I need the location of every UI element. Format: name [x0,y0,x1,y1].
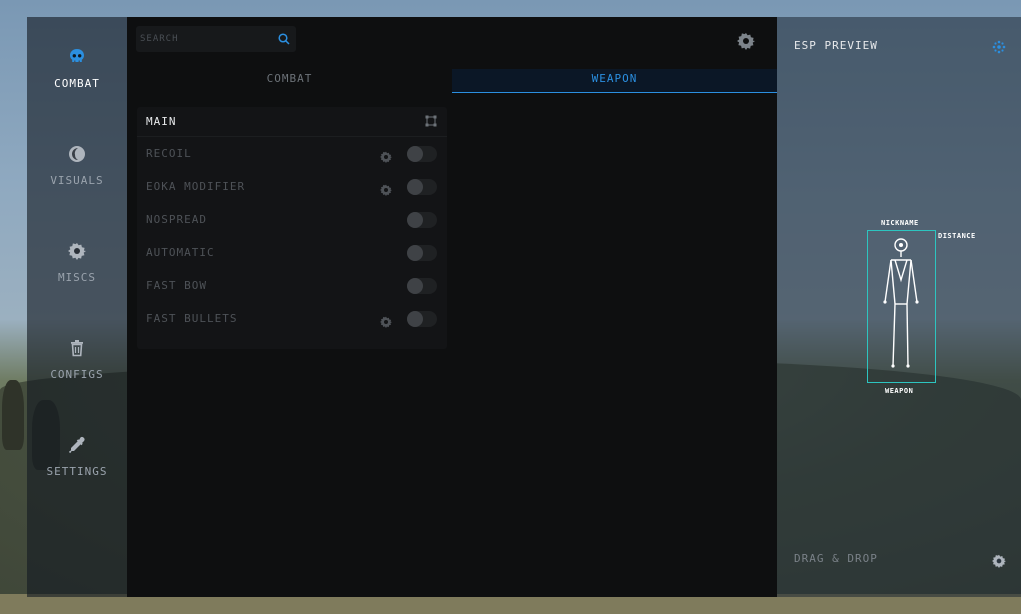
pipette-icon [67,435,87,455]
option-row-recoil: RECOIL [137,137,447,170]
background-tree [2,380,24,450]
option-label: FAST BULLETS [146,312,238,325]
option-label: FAST BOW [146,279,207,292]
toggle-knob [407,212,423,228]
sidebar-item-configs[interactable]: CONFIGS [27,332,127,412]
esp-preview-panel: ESP PREVIEW NICKNAME DISTANCE WEAPON DRA… [777,17,1021,597]
toggle-knob [407,245,423,261]
option-row-fast-bullets: FAST BULLETS [137,302,447,335]
option-settings-gear-icon[interactable] [380,148,392,163]
settings-gear-icon[interactable] [737,32,757,52]
tab-bar: COMBAT WEAPON [127,69,777,93]
sidebar-item-miscs[interactable]: MISCS [27,235,127,315]
fast-bow-toggle[interactable] [407,278,437,294]
panel-header: MAIN [137,107,447,137]
sidebar-item-label: MISCS [57,271,97,284]
preview-gear-icon[interactable] [992,553,1008,569]
esp-weapon-label: WEAPON [885,387,914,395]
content-area: COMBAT WEAPON MAIN RECOIL [127,17,777,597]
option-label: AUTOMATIC [146,246,215,259]
option-label: EOKA MODIFIER [146,180,246,193]
option-label: NOSPREAD [146,213,207,226]
sidebar-item-label: SETTINGS [46,465,108,478]
recoil-toggle[interactable] [407,146,437,162]
toggle-knob [407,311,423,327]
drag-drop-label: DRAG & DROP [794,552,878,565]
gear-icon [67,241,87,261]
sidebar-item-visuals[interactable]: VISUALS [27,138,127,218]
option-row-automatic: AUTOMATIC [137,236,447,269]
fast-bullets-toggle[interactable] [407,311,437,327]
option-row-eoka-modifier: EOKA MODIFIER [137,170,447,203]
main-options-panel: MAIN RECOIL EOKA MODIFIER NOSPREAD AUTOM… [137,107,447,349]
tab-weapon[interactable]: WEAPON [452,69,777,93]
nospread-toggle[interactable] [407,212,437,228]
eoka-modifier-toggle[interactable] [407,179,437,195]
sidebar-item-label: VISUALS [50,174,104,187]
expand-icon[interactable] [425,112,437,131]
trash-icon [67,338,87,358]
toggle-knob [407,278,423,294]
option-settings-gear-icon[interactable] [380,181,392,196]
option-settings-gear-icon[interactable] [380,313,392,328]
moon-icon [67,144,87,164]
esp-distance-label: DISTANCE [938,232,976,240]
option-label: RECOIL [146,147,192,160]
preview-settings-icon[interactable] [992,39,1006,54]
sidebar-item-label: CONFIGS [50,368,104,381]
sidebar-item-label: COMBAT [54,77,100,90]
search-icon[interactable] [272,26,296,52]
option-row-nospread: NOSPREAD [137,203,447,236]
toggle-knob [407,179,423,195]
sidebar-item-settings[interactable]: SETTINGS [27,429,127,509]
automatic-toggle[interactable] [407,245,437,261]
skull-icon [67,47,87,67]
search-input[interactable] [136,26,272,52]
background-ground [0,594,1021,614]
panel-title: MAIN [146,115,177,128]
toggle-knob [407,146,423,162]
preview-title: ESP PREVIEW [794,39,878,52]
option-row-fast-bow: FAST BOW [137,269,447,302]
sidebar: COMBAT VISUALS MISCS CONFIGS SETTINGS [27,17,127,597]
esp-skeleton [883,238,919,368]
cheat-menu-window: COMBAT VISUALS MISCS CONFIGS SETTINGS SE… [27,17,1021,597]
sidebar-item-combat[interactable]: COMBAT [27,41,127,121]
search-box [136,26,296,52]
esp-nickname-label: NICKNAME [881,219,919,227]
tab-combat[interactable]: COMBAT [127,69,452,93]
